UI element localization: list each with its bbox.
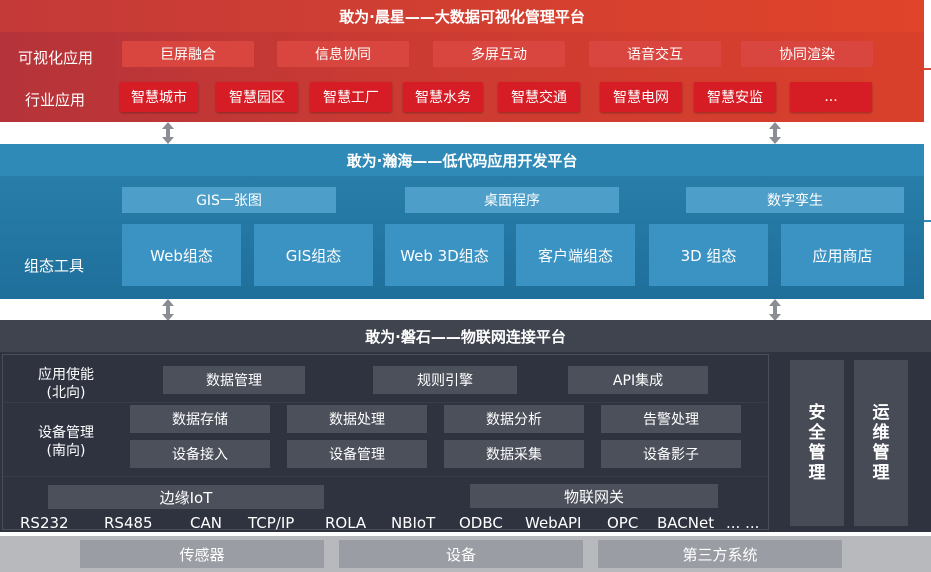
ops-char: 理 xyxy=(872,463,890,483)
security-char: 全 xyxy=(808,423,826,443)
protocol-bacnet: BACNet xyxy=(657,514,715,532)
ops-char: 维 xyxy=(872,423,890,443)
industry-smart-water[interactable]: 智慧水务 xyxy=(403,82,483,112)
visual-app-render[interactable]: 协同渲染 xyxy=(741,41,873,67)
south-data-collection[interactable]: 数据采集 xyxy=(444,440,584,468)
protocol-odbc: ODBC xyxy=(459,514,503,532)
north-label: 应用使能 (北向) xyxy=(18,364,114,404)
tool-web3d-config[interactable]: Web 3D组态 xyxy=(385,224,504,286)
industry-smart-safety[interactable]: 智慧安监 xyxy=(694,82,776,112)
south-label-line2: (南向) xyxy=(46,443,86,459)
ops-management-box[interactable]: 运 维 管 理 xyxy=(854,360,908,526)
double-arrow-icon xyxy=(162,299,174,321)
security-management-box[interactable]: 安 全 管 理 xyxy=(790,360,844,526)
source-sensor[interactable]: 传感器 xyxy=(80,540,324,568)
config-tools-label: 组态工具 xyxy=(24,257,85,275)
section-divider xyxy=(4,402,767,403)
double-arrow-icon xyxy=(769,122,781,144)
iot-platform-title: 敢为·磐石——物联网连接平台 xyxy=(0,320,931,352)
digital-twin-item[interactable]: 数字孪生 xyxy=(686,187,904,213)
visual-app-voice[interactable]: 语音交互 xyxy=(589,41,721,67)
north-label-line1: 应用使能 xyxy=(38,367,94,383)
protocol-rs485: RS485 xyxy=(104,514,153,532)
north-rule-engine[interactable]: 规则引擎 xyxy=(373,366,517,394)
data-sources-strip: 传感器 设备 第三方系统 xyxy=(0,536,931,572)
security-char: 安 xyxy=(808,403,826,423)
industry-smart-factory[interactable]: 智慧工厂 xyxy=(310,82,392,112)
protocol-can: CAN xyxy=(190,514,222,532)
visual-apps-label: 可视化应用 xyxy=(18,49,94,67)
south-label-line1: 设备管理 xyxy=(38,425,94,441)
iot-platform-layer: 敢为·磐石——物联网连接平台 应用使能 (北向) 数据管理 规则引擎 API集成… xyxy=(0,320,931,532)
iot-gateway-bar[interactable]: 物联网关 xyxy=(470,484,718,508)
south-data-processing[interactable]: 数据处理 xyxy=(287,405,427,433)
edge-iot-bar[interactable]: 边缘IoT xyxy=(48,485,324,509)
tool-3d-config[interactable]: 3D 组态 xyxy=(649,224,768,286)
source-third-party[interactable]: 第三方系统 xyxy=(598,540,842,568)
desktop-app-item[interactable]: 桌面程序 xyxy=(405,187,619,213)
lowcode-platform-layer: 敢为·瀚海——低代码应用开发平台 GIS一张图 桌面程序 数字孪生 组态工具 W… xyxy=(0,144,924,299)
source-device[interactable]: 设备 xyxy=(339,540,583,568)
security-char: 管 xyxy=(808,443,826,463)
south-device-management[interactable]: 设备管理 xyxy=(287,440,427,468)
double-arrow-icon xyxy=(162,122,174,144)
industry-smart-grid[interactable]: 智慧电网 xyxy=(600,82,682,112)
visualization-platform-title: 敢为·晨星——大数据可视化管理平台 xyxy=(0,0,924,32)
edge-accent xyxy=(924,68,931,70)
protocol-opc: OPC xyxy=(607,514,639,532)
protocol-tcpip: TCP/IP xyxy=(248,514,295,532)
north-label-line2: (北向) xyxy=(46,385,86,401)
ops-char: 管 xyxy=(872,443,890,463)
south-label: 设备管理 (南向) xyxy=(18,422,114,462)
south-device-access[interactable]: 设备接入 xyxy=(130,440,270,468)
industry-smart-city[interactable]: 智慧城市 xyxy=(120,82,198,112)
visualization-platform-layer: 敢为·晨星——大数据可视化管理平台 可视化应用 巨屏融合 信息协同 多屏互动 语… xyxy=(0,0,924,122)
tool-web-config[interactable]: Web组态 xyxy=(122,224,241,286)
south-device-shadow[interactable]: 设备影子 xyxy=(601,440,741,468)
tool-client-config[interactable]: 客户端组态 xyxy=(516,224,635,286)
protocol-webapi: WebAPI xyxy=(525,514,582,532)
tool-app-store[interactable]: 应用商店 xyxy=(781,224,904,286)
industry-apps-label: 行业应用 xyxy=(25,91,86,109)
lowcode-platform-title: 敢为·瀚海——低代码应用开发平台 xyxy=(0,144,924,176)
industry-smart-park[interactable]: 智慧园区 xyxy=(216,82,298,112)
security-char: 理 xyxy=(808,463,826,483)
protocol-nbiot: NBIoT xyxy=(391,514,436,532)
gis-map-item[interactable]: GIS一张图 xyxy=(122,187,336,213)
north-data-management[interactable]: 数据管理 xyxy=(163,366,305,394)
visual-app-info-sync[interactable]: 信息协同 xyxy=(277,41,409,67)
protocol-rs232: RS232 xyxy=(20,514,69,532)
industry-smart-traffic[interactable]: 智慧交通 xyxy=(498,82,580,112)
south-data-storage[interactable]: 数据存储 xyxy=(130,405,270,433)
section-divider xyxy=(4,476,767,477)
north-api-integration[interactable]: API集成 xyxy=(568,366,708,394)
south-data-analysis[interactable]: 数据分析 xyxy=(444,405,584,433)
visual-app-multiscreen[interactable]: 多屏互动 xyxy=(433,41,565,67)
industry-more[interactable]: ... xyxy=(790,82,872,112)
edge-accent xyxy=(924,220,931,222)
south-alarm-handling[interactable]: 告警处理 xyxy=(601,405,741,433)
protocol-rola: ROLA xyxy=(325,514,367,532)
tool-gis-config[interactable]: GIS组态 xyxy=(254,224,373,286)
ops-char: 运 xyxy=(872,403,890,423)
protocol-more: ... ... xyxy=(726,514,760,532)
double-arrow-icon xyxy=(769,299,781,321)
visual-app-giant-screen[interactable]: 巨屏融合 xyxy=(122,41,254,67)
